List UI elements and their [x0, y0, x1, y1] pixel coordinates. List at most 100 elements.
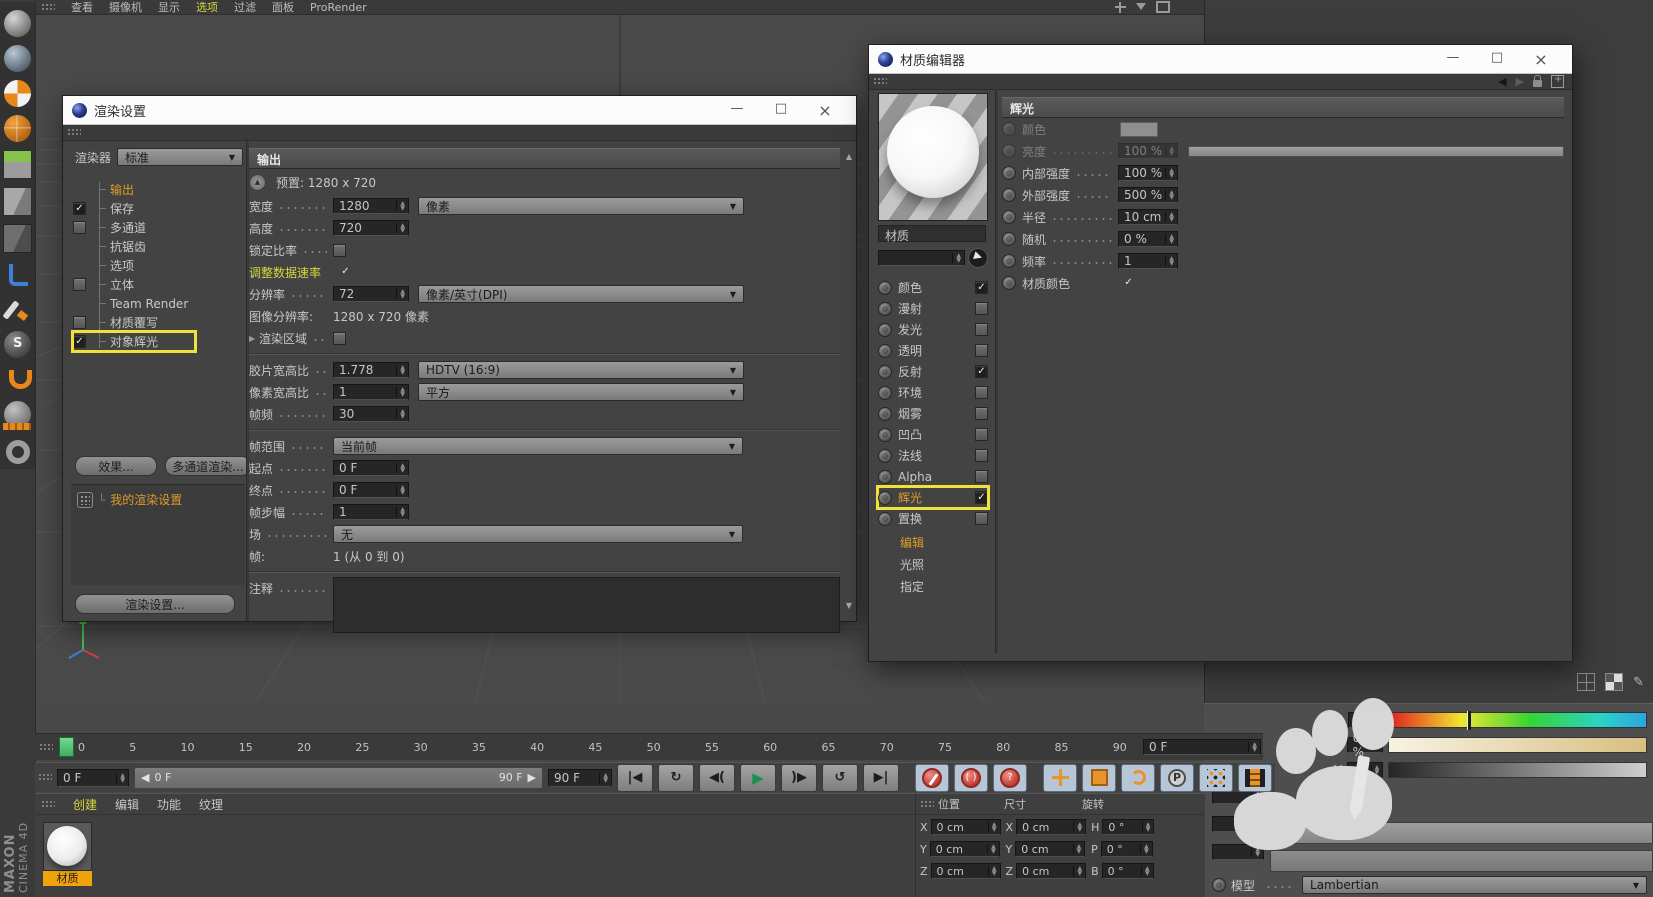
- channel-radio[interactable]: [878, 323, 892, 337]
- primitive-cube-icon[interactable]: [3, 187, 32, 216]
- channel-checkbox[interactable]: [975, 407, 988, 420]
- spinner-icon[interactable]: [1248, 742, 1259, 752]
- height-input[interactable]: 720: [333, 220, 409, 236]
- channel-checkbox[interactable]: [975, 449, 988, 462]
- spinner-icon[interactable]: [1165, 146, 1176, 156]
- channel-checkbox[interactable]: [975, 281, 988, 294]
- nav-item-teamrender[interactable]: Team Render: [73, 294, 243, 313]
- inner-strength-input[interactable]: 100 %: [1118, 165, 1178, 181]
- renderer-dropdown[interactable]: 标准: [117, 148, 243, 166]
- spinner-icon[interactable]: [396, 507, 407, 517]
- param-radio[interactable]: [1002, 232, 1016, 246]
- pixel-aspect-input[interactable]: 1: [333, 384, 409, 400]
- resolution-input[interactable]: 72: [333, 286, 409, 302]
- drag-handle-icon[interactable]: [41, 800, 55, 809]
- record-rotation-button[interactable]: [1121, 764, 1155, 792]
- menu-texture[interactable]: 纹理: [199, 796, 223, 813]
- size-z-input[interactable]: 0 cm: [1016, 863, 1086, 879]
- param-radio[interactable]: [1002, 254, 1016, 268]
- nav-item-save[interactable]: 保存: [73, 199, 243, 218]
- spinner-icon[interactable]: [1141, 866, 1152, 876]
- gradient-bar-2[interactable]: [1270, 850, 1653, 872]
- menu-item-options[interactable]: 选项: [196, 0, 218, 15]
- nav-item-override[interactable]: 材质覆写: [73, 313, 243, 332]
- lock-ratio-checkbox[interactable]: [333, 244, 346, 257]
- channel-alpha[interactable]: Alpha: [878, 466, 988, 487]
- model-radio-icon[interactable]: [1212, 878, 1226, 892]
- channel-bump[interactable]: 凹凸: [878, 424, 988, 445]
- drag-handle-icon[interactable]: [41, 3, 55, 12]
- instance-cube-icon[interactable]: [3, 224, 32, 253]
- menu-item-prorender[interactable]: ProRender: [310, 1, 367, 14]
- random-input[interactable]: 0 %: [1118, 231, 1178, 247]
- channel-environment[interactable]: 环境: [878, 382, 988, 403]
- channel-checkbox[interactable]: [975, 302, 988, 315]
- film-aspect-dropdown[interactable]: HDTV (16:9): [418, 361, 744, 379]
- resolution-unit-dropdown[interactable]: 像素/英寸(DPI): [418, 285, 744, 303]
- mode-illumination[interactable]: 光照: [878, 553, 988, 575]
- loop-button[interactable]: ↻: [658, 764, 694, 792]
- channel-radio[interactable]: [878, 344, 892, 358]
- my-render-settings-item[interactable]: └ 我的渲染设置: [71, 485, 245, 508]
- film-aspect-input[interactable]: 1.778: [333, 362, 409, 378]
- add-panel-icon[interactable]: [1551, 75, 1564, 88]
- render-settings-button[interactable]: 渲染设置...: [75, 594, 235, 614]
- timeline-frame-box[interactable]: 0 F: [1143, 739, 1261, 755]
- save-checkbox[interactable]: [73, 202, 86, 215]
- spinner-icon[interactable]: [1140, 844, 1151, 854]
- model-ball-tool-icon[interactable]: [4, 45, 31, 72]
- render-checker-tool-icon[interactable]: [4, 80, 31, 107]
- layout-grid-icon[interactable]: [1577, 673, 1595, 691]
- param-radio[interactable]: [1002, 188, 1016, 202]
- multipass-checkbox[interactable]: [73, 221, 86, 234]
- stereo-checkbox[interactable]: [73, 278, 86, 291]
- start-input[interactable]: 0 F: [333, 460, 409, 476]
- override-checkbox[interactable]: [73, 316, 86, 329]
- fields-dropdown[interactable]: 无: [333, 525, 743, 543]
- hue-slider[interactable]: [1389, 712, 1647, 728]
- checker-swatch-icon[interactable]: [1605, 673, 1623, 691]
- spinner-icon[interactable]: [599, 773, 610, 783]
- material-preview[interactable]: [878, 93, 988, 221]
- menu-item-view[interactable]: 查看: [71, 0, 93, 15]
- object-glow-checkbox[interactable]: [73, 335, 86, 348]
- spinner-icon[interactable]: [396, 365, 407, 375]
- channel-color[interactable]: 颜色: [878, 277, 988, 298]
- record-scale-button[interactable]: [1082, 764, 1116, 792]
- param-radio[interactable]: [1002, 276, 1016, 290]
- adjust-data-rate-checkbox[interactable]: [339, 266, 352, 279]
- spinner-icon[interactable]: [396, 409, 407, 419]
- outer-strength-input[interactable]: 500 %: [1118, 187, 1178, 203]
- saturation-slider[interactable]: [1388, 737, 1647, 753]
- spinner-icon[interactable]: [1165, 168, 1176, 178]
- radius-input[interactable]: 10 cm: [1118, 209, 1178, 225]
- end-frame-input[interactable]: 90 F: [548, 769, 612, 787]
- current-frame-input[interactable]: 0 F: [57, 769, 129, 787]
- spinner-icon[interactable]: [987, 844, 998, 854]
- expander-icon[interactable]: ▶: [249, 334, 259, 343]
- spline-pen-icon[interactable]: [4, 261, 31, 288]
- lock-icon[interactable]: [1533, 80, 1542, 87]
- record-keyframe-button[interactable]: [915, 764, 949, 792]
- menu-function[interactable]: 功能: [157, 796, 181, 813]
- model-dropdown[interactable]: Lambertian: [1302, 876, 1647, 894]
- spinner-icon[interactable]: [1165, 212, 1176, 222]
- play-backwards-button[interactable]: ↺: [822, 764, 858, 792]
- timeline-ticks[interactable]: 05 1015 2025 3035 4045 5055 6065 7075 80…: [76, 741, 1143, 754]
- size-x-input[interactable]: 0 cm: [1016, 819, 1086, 835]
- channel-checkbox[interactable]: [975, 365, 988, 378]
- play-button[interactable]: ▶: [740, 764, 776, 792]
- record-parameter-button[interactable]: P: [1160, 764, 1194, 792]
- render-settings-titlebar[interactable]: 渲染设置 — □ ×: [63, 96, 856, 125]
- effects-button[interactable]: 效果...: [75, 456, 157, 476]
- frame-scrubber[interactable]: ◀ 0 F 90 F ▶: [134, 767, 543, 789]
- drag-handle-icon[interactable]: [39, 743, 53, 752]
- width-unit-dropdown[interactable]: 像素: [418, 197, 744, 215]
- brightness-input[interactable]: 100 %: [1118, 143, 1178, 159]
- channel-checkbox[interactable]: [975, 386, 988, 399]
- channel-radio[interactable]: [878, 449, 892, 463]
- rot-b-input[interactable]: 0 °: [1102, 863, 1154, 879]
- material-sphere-tool-icon[interactable]: [4, 115, 31, 142]
- minimize-button[interactable]: —: [715, 101, 759, 120]
- end-input[interactable]: 0 F: [333, 482, 409, 498]
